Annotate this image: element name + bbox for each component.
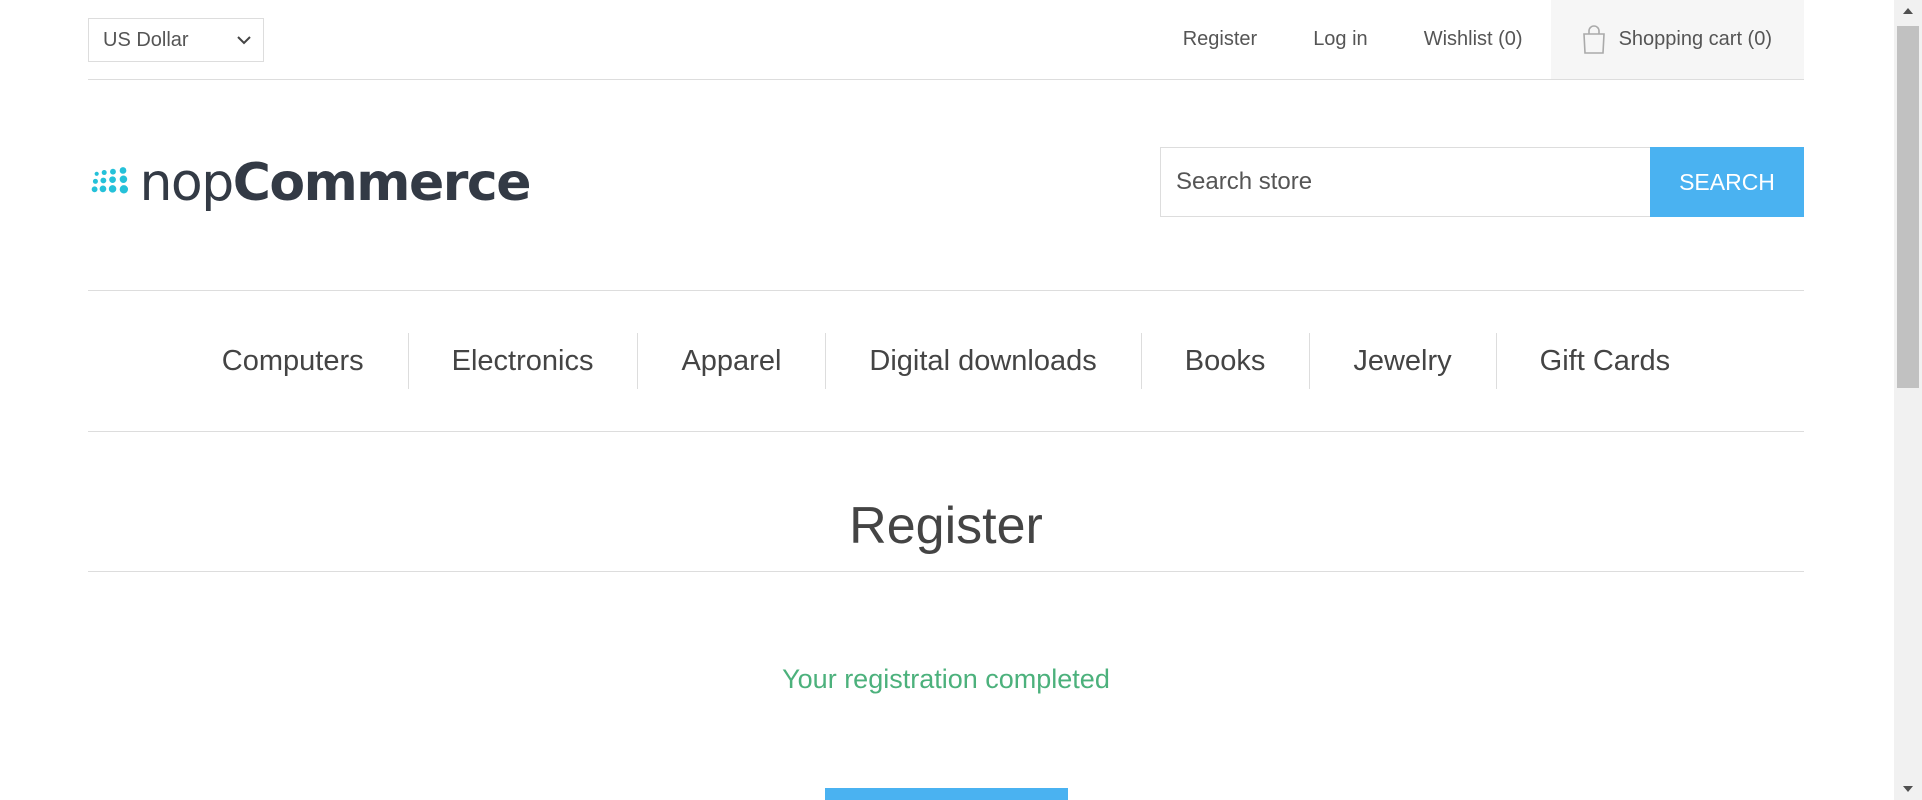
chevron-down-icon	[237, 36, 251, 45]
menu-item-electronics[interactable]: Electronics	[407, 333, 638, 389]
page: US Dollar Register Log in Wishlist (0) S…	[0, 0, 1922, 800]
scrollbar-thumb[interactable]	[1897, 26, 1919, 388]
menu-item-books[interactable]: Books	[1140, 333, 1310, 389]
logo-text-nop: nop	[139, 153, 234, 213]
login-link[interactable]: Log in	[1285, 0, 1396, 79]
header-links: Register Log in Wishlist (0) Shopping ca…	[1155, 0, 1804, 79]
search-box: Search	[1160, 147, 1804, 217]
scroll-down-arrow-icon[interactable]	[1894, 778, 1922, 800]
wishlist-link[interactable]: Wishlist (0)	[1396, 0, 1551, 79]
top-menu: Computers Electronics Apparel Digital do…	[88, 333, 1804, 389]
menu-item-gift-cards[interactable]: Gift Cards	[1495, 333, 1715, 389]
scroll-up-arrow-icon[interactable]	[1894, 0, 1922, 22]
vertical-scrollbar[interactable]	[1894, 0, 1922, 800]
logo-wordmark: nopCommerce	[139, 153, 532, 213]
search-input[interactable]	[1160, 147, 1650, 217]
currency-value: US Dollar	[103, 28, 189, 51]
store-logo[interactable]: nopCommerce	[90, 140, 532, 226]
shopping-cart-label: Shopping cart (0)	[1618, 28, 1772, 50]
menu-item-computers[interactable]: Computers	[178, 333, 408, 389]
search-button[interactable]: Search	[1650, 147, 1804, 217]
continue-button[interactable]	[825, 788, 1068, 800]
page-title-block: Register	[88, 488, 1804, 572]
nopcommerce-logo-icon	[91, 167, 129, 194]
logo-text-commerce: Commerce	[232, 153, 532, 213]
header-upper: US Dollar Register Log in Wishlist (0) S…	[88, 0, 1804, 80]
menu-item-apparel[interactable]: Apparel	[637, 333, 825, 389]
menu-divider-bottom	[88, 431, 1804, 432]
shopping-cart-link[interactable]: Shopping cart (0)	[1550, 0, 1804, 79]
registration-result-message: Your registration completed	[782, 664, 1110, 694]
menu-item-digital-downloads[interactable]: Digital downloads	[825, 333, 1140, 389]
page-title: Register	[849, 497, 1043, 555]
register-link[interactable]: Register	[1155, 0, 1285, 79]
menu-divider-top	[88, 290, 1804, 291]
menu-item-jewelry[interactable]: Jewelry	[1309, 333, 1495, 389]
shopping-bag-icon	[1582, 24, 1605, 54]
currency-select[interactable]: US Dollar	[88, 18, 264, 62]
